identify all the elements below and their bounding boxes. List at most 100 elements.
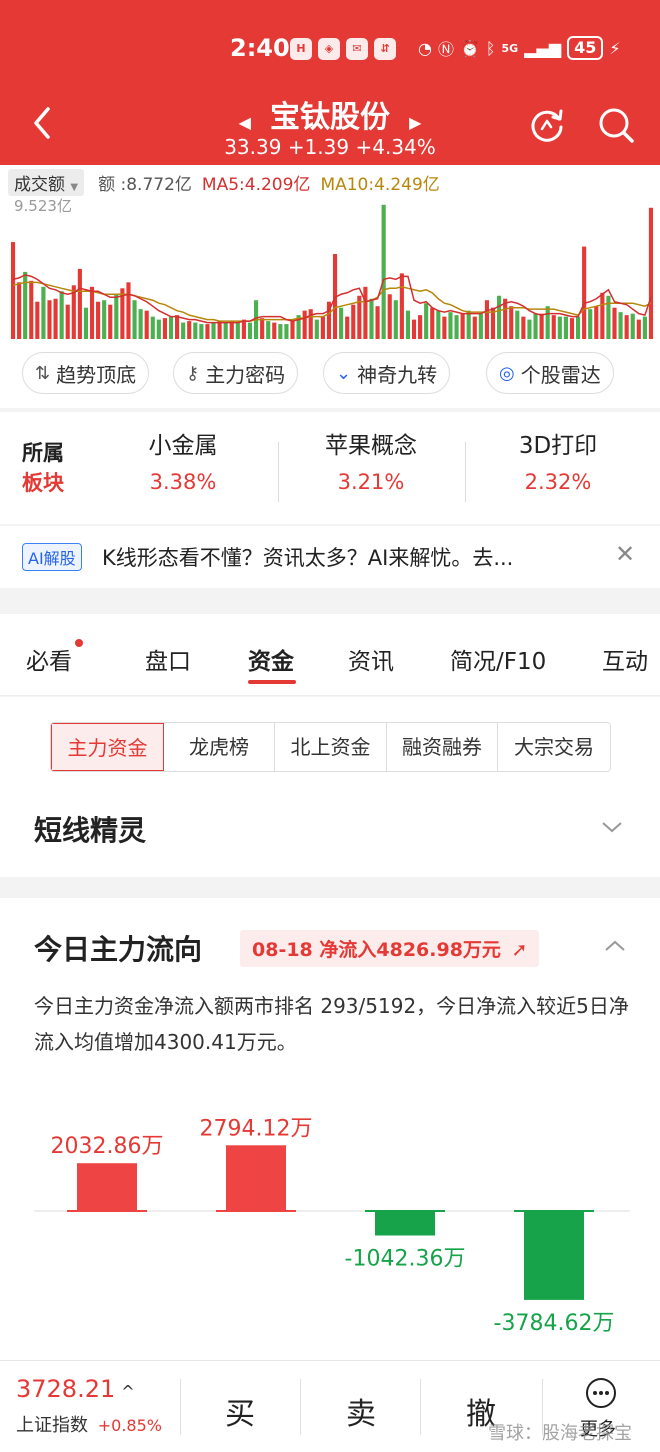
index-change: +0.85%: [97, 1416, 162, 1435]
bottom-trade-bar: 3728.21 ^ 上证指数 +0.85% 买 卖 撤 更多 雪球：股海老探宝: [0, 1360, 660, 1452]
sell-button[interactable]: 卖: [346, 1389, 376, 1433]
flow-bar: [226, 1145, 286, 1211]
notification-app-icon: H: [290, 38, 312, 60]
magic-nine-button[interactable]: ⌄ 神奇九转: [323, 352, 451, 394]
nfc-icon: Ⓝ: [437, 40, 454, 59]
volume-bar: [29, 280, 34, 339]
tab-funds[interactable]: 资金: [248, 642, 294, 676]
volume-bar: [430, 307, 435, 339]
stock-radar-button[interactable]: ◎ 个股雷达: [486, 352, 614, 394]
subtab-northbound[interactable]: 北上资金: [275, 723, 387, 771]
volume-amount: 额 :8.772亿: [98, 174, 192, 195]
volume-indicator-select[interactable]: 成交额 ▼: [8, 168, 85, 196]
volume-bar: [351, 304, 356, 339]
tab-orderbook[interactable]: 盘口: [145, 642, 191, 676]
sector-name: 3D打印: [518, 433, 598, 459]
volume-bar: [375, 306, 380, 339]
ai-banner-text[interactable]: K线形态看不懂？资讯太多？AI来解忧。去...: [102, 542, 513, 572]
volume-bar: [624, 315, 629, 339]
volume-bar: [460, 313, 465, 339]
sector-pct: 3.38%: [149, 470, 217, 494]
index-quote[interactable]: 3728.21 ^: [16, 1375, 135, 1403]
trend-icon: ⇅: [35, 362, 51, 384]
volume-bar: [260, 318, 265, 339]
index-name-row: 上证指数 +0.85%: [16, 1411, 162, 1437]
tab-interaction[interactable]: 互动: [602, 642, 648, 676]
main-force-code-button[interactable]: ⚷ 主力密码: [173, 352, 299, 394]
volume-bar: [181, 322, 186, 339]
volume-bar: [582, 246, 587, 339]
volume-bar: [17, 282, 22, 339]
sector-item[interactable]: 苹果概念 3.21%: [281, 426, 461, 494]
refresh-button[interactable]: [527, 105, 567, 145]
volume-bar: [96, 301, 101, 339]
volume-bar: [302, 310, 307, 339]
stock-name: 宝钛股份: [270, 100, 390, 135]
more-icon[interactable]: [585, 1377, 617, 1409]
network-type: 5G: [501, 41, 519, 55]
volume-indicator-label: 成交额: [14, 174, 65, 195]
volume-chart[interactable]: [10, 193, 654, 339]
prev-stock-button[interactable]: ◀: [239, 113, 251, 132]
caret-down-icon: ▼: [70, 181, 79, 193]
short-line-section[interactable]: 短线精灵: [0, 787, 660, 877]
volume-bar: [618, 312, 623, 339]
volume-bar: [527, 319, 532, 339]
chevron-up-icon[interactable]: [603, 934, 627, 958]
subtab-block-trade[interactable]: 大宗交易: [498, 723, 610, 771]
close-icon[interactable]: ✕: [615, 540, 635, 568]
radar-icon: ◎: [499, 362, 515, 384]
volume-bar: [636, 319, 641, 339]
subtab-dragon-tiger[interactable]: 龙虎榜: [164, 723, 275, 771]
tab-profile[interactable]: 简况/F10: [450, 642, 546, 676]
volume-bar: [284, 324, 289, 339]
subtab-main-funds[interactable]: 主力资金: [51, 723, 164, 771]
volume-bar: [466, 310, 471, 339]
sector-item[interactable]: 小金属 3.38%: [93, 426, 273, 494]
zigzag-icon: ⌄: [336, 362, 352, 384]
volume-bar: [509, 306, 514, 339]
key-icon: ⚷: [186, 362, 200, 384]
volume-bar: [569, 318, 575, 339]
flow-bar: [524, 1211, 584, 1300]
divider: [465, 442, 466, 502]
flow-description: 今日主力资金净流入额两市排名 293/5192，今日净流入较近5日净流入均值增加…: [34, 994, 629, 1054]
divider: [420, 1379, 421, 1435]
volume-bar: [393, 300, 398, 339]
volume-bar: [138, 309, 143, 339]
volume-bar: [229, 321, 234, 339]
volume-bar: [89, 286, 95, 339]
subtab-margin[interactable]: 融资融券: [387, 723, 498, 771]
flow-bar: [77, 1163, 137, 1211]
volume-bar: [588, 309, 593, 339]
volume-bar: [369, 298, 374, 339]
volume-bar: [648, 207, 654, 339]
next-stock-button[interactable]: ▶: [409, 113, 421, 132]
tab-news[interactable]: 资讯: [348, 642, 394, 676]
trend-top-bottom-button[interactable]: ⇅ 趋势顶底: [22, 352, 150, 394]
search-button[interactable]: [596, 105, 636, 145]
stock-price: 33.39: [224, 135, 282, 159]
volume-bar: [41, 286, 46, 339]
battery-indicator: 45: [567, 36, 604, 60]
speed-icon: ◔: [418, 38, 432, 58]
section-title: 短线精灵: [34, 814, 147, 847]
volume-panel: 成交额 ▼ 额 :8.772亿 MA5:4.209亿 MA10:4.249亿 9…: [0, 165, 660, 340]
volume-bar: [448, 312, 453, 339]
volume-bar: [211, 322, 216, 339]
sector-item[interactable]: 3D打印 2.32%: [468, 426, 648, 494]
tab-must-see[interactable]: 必看: [26, 642, 72, 676]
volume-bar: [484, 300, 489, 339]
sector-panel: 所属 板块 小金属 3.38% 苹果概念 3.21% 3D打印 2.32%: [0, 412, 660, 524]
volume-bar: [339, 307, 344, 339]
volume-bar: [642, 316, 647, 339]
charging-icon: ⚡: [609, 38, 621, 58]
buy-button[interactable]: 买: [225, 1389, 255, 1433]
sector-name: 苹果概念: [325, 433, 417, 459]
volume-bar: [320, 316, 325, 339]
ai-banner[interactable]: AI解股 K线形态看不懂？资讯太多？AI来解忧。去... ✕: [0, 526, 660, 588]
volume-bar: [150, 316, 155, 339]
volume-bar: [266, 321, 271, 339]
volume-bar: [217, 321, 222, 339]
chevron-down-icon[interactable]: [600, 815, 624, 839]
